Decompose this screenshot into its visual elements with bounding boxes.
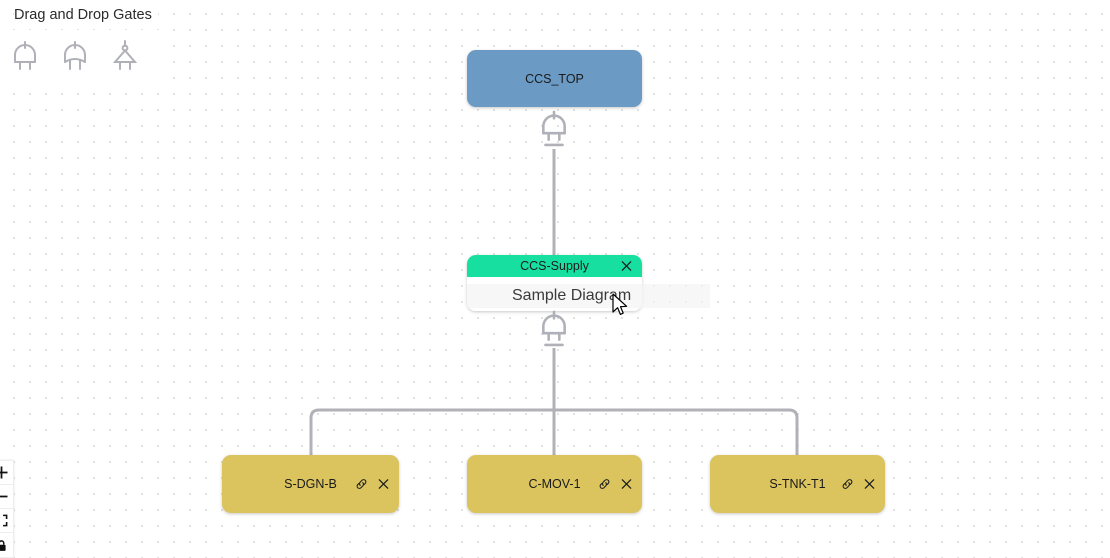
edge-branch-bus xyxy=(309,408,799,455)
node-basic-header-2: C-MOV-1 xyxy=(467,455,642,513)
node-basic-event-2[interactable]: C-MOV-1 xyxy=(467,455,642,513)
node-basic-actions-3 xyxy=(841,478,876,491)
fit-view-icon xyxy=(2,514,7,527)
and-gate-icon xyxy=(542,310,566,347)
palette-title: Drag and Drop Gates xyxy=(14,6,158,24)
node-basic-event-3[interactable]: S-TNK-T1 xyxy=(710,455,885,513)
lock-icon xyxy=(0,539,6,551)
plus-icon xyxy=(0,466,7,479)
close-icon[interactable] xyxy=(620,260,633,273)
node-top-header: CCS_TOP xyxy=(467,50,642,107)
node-basic-label-2: C-MOV-1 xyxy=(528,477,581,491)
node-top-event[interactable]: CCS_TOP xyxy=(467,50,642,107)
palette-gate-vote[interactable] xyxy=(100,32,150,80)
node-basic-actions-2 xyxy=(598,478,633,491)
node-intermediate-actions xyxy=(620,260,633,273)
zoom-out-button[interactable] xyxy=(0,485,13,509)
minus-icon xyxy=(0,495,7,498)
link-icon[interactable] xyxy=(598,478,611,491)
node-basic-label-1: S-DGN-B xyxy=(284,477,337,491)
flow-controls-panel[interactable] xyxy=(0,460,14,558)
vote-gate-icon xyxy=(112,40,138,70)
and-gate-icon xyxy=(542,110,566,147)
node-intermediate-header: CCS-Supply xyxy=(467,255,642,277)
node-basic-event-1[interactable]: S-DGN-B xyxy=(222,455,399,513)
node-intermediate-label: CCS-Supply xyxy=(520,259,589,273)
node-intermediate-event[interactable]: CCS-Supply xyxy=(467,255,642,311)
gate-palette xyxy=(0,30,170,82)
fit-view-button[interactable] xyxy=(0,509,13,533)
diagram-editor-canvas[interactable]: Drag and Drop Gates CCS_TOP CCS-Supply S… xyxy=(0,0,1110,558)
zoom-in-button[interactable] xyxy=(0,461,13,485)
palette-gate-or[interactable] xyxy=(50,32,100,80)
lock-button[interactable] xyxy=(0,533,13,557)
or-gate-icon xyxy=(64,41,86,70)
node-intermediate-body xyxy=(467,277,642,311)
node-basic-label-3: S-TNK-T1 xyxy=(769,477,826,491)
node-basic-actions-1 xyxy=(355,478,390,491)
node-basic-header-3: S-TNK-T1 xyxy=(710,455,885,513)
close-icon[interactable] xyxy=(620,478,633,491)
and-gate-icon xyxy=(14,41,36,70)
canvas-gate-and-mid[interactable] xyxy=(536,308,572,352)
link-icon[interactable] xyxy=(355,478,368,491)
palette-gate-and[interactable] xyxy=(0,32,50,80)
canvas-gate-and-top[interactable] xyxy=(536,108,572,152)
close-icon[interactable] xyxy=(863,478,876,491)
link-icon[interactable] xyxy=(841,478,854,491)
node-top-label: CCS_TOP xyxy=(525,71,584,86)
node-basic-header-1: S-DGN-B xyxy=(222,455,399,513)
close-icon[interactable] xyxy=(377,478,390,491)
